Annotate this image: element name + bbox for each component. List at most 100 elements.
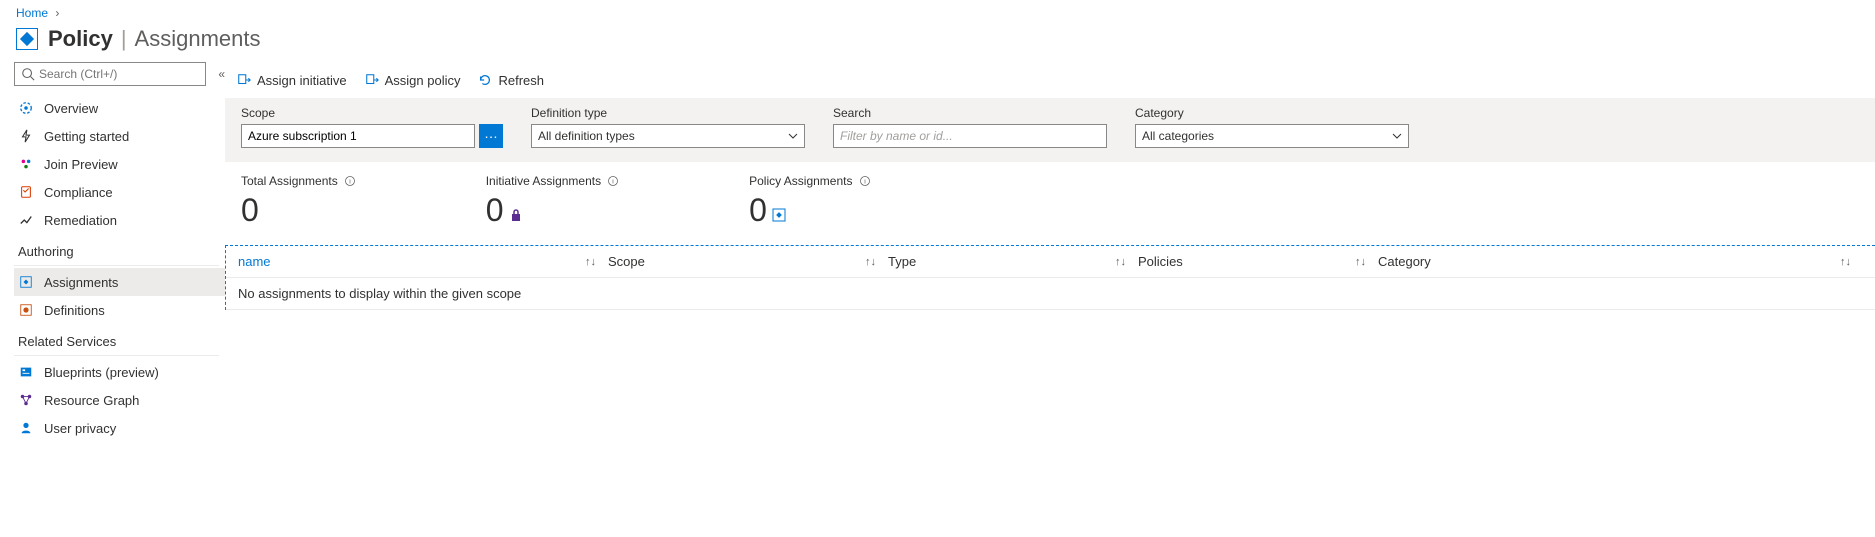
sort-icon: ↑↓: [1840, 256, 1851, 268]
chevron-down-icon: [788, 131, 798, 141]
chevron-right-icon: ›: [55, 6, 59, 20]
sidebar: « Overview Getting started Join Preview …: [0, 62, 225, 442]
stat-policy: Policy Assignments i 0: [749, 174, 870, 229]
scope-picker-button[interactable]: …: [479, 124, 503, 148]
definitions-icon: [18, 302, 34, 318]
stat-total: Total Assignments i 0: [241, 174, 356, 229]
remediation-icon: [18, 212, 34, 228]
column-policies[interactable]: Policies ↑↓: [1138, 254, 1378, 269]
compliance-icon: [18, 184, 34, 200]
assignments-table: name ↑↓ Scope ↑↓ Type ↑↓ Policies ↑↓ Cat…: [225, 245, 1875, 310]
refresh-button[interactable]: Refresh: [478, 73, 544, 88]
stats-bar: Total Assignments i 0 Initiative Assignm…: [225, 162, 1875, 245]
toolbar: Assign initiative Assign policy Refresh: [225, 62, 1875, 98]
page-title: Policy: [48, 26, 113, 52]
info-icon[interactable]: i: [859, 175, 871, 187]
sort-icon: ↑↓: [865, 256, 876, 268]
column-scope[interactable]: Scope ↑↓: [608, 254, 888, 269]
sidebar-item-definitions[interactable]: Definitions: [14, 296, 225, 324]
assign-icon: [365, 73, 379, 87]
scope-label: Scope: [241, 106, 503, 120]
sidebar-item-getting-started[interactable]: Getting started: [14, 122, 225, 150]
column-category[interactable]: Category ↑↓: [1378, 254, 1863, 269]
refresh-icon: [478, 73, 492, 87]
search-label: Search: [833, 106, 1107, 120]
assign-initiative-button[interactable]: Assign initiative: [237, 73, 347, 88]
breadcrumb-home-link[interactable]: Home: [16, 6, 48, 20]
button-label: Refresh: [498, 73, 544, 88]
sidebar-section-related: Related Services: [14, 324, 219, 356]
dropdown-value: All definition types: [538, 129, 788, 143]
collapse-sidebar-button[interactable]: «: [218, 67, 225, 81]
definition-type-label: Definition type: [531, 106, 805, 120]
sidebar-item-label: User privacy: [44, 421, 116, 436]
sort-icon: ↑↓: [1355, 256, 1366, 268]
page-subtitle: Assignments: [135, 26, 261, 52]
stat-initiative: Initiative Assignments i 0: [486, 174, 619, 229]
sidebar-item-label: Resource Graph: [44, 393, 139, 408]
sidebar-item-blueprints[interactable]: Blueprints (preview): [14, 358, 225, 386]
sidebar-item-label: Blueprints (preview): [44, 365, 159, 380]
definition-type-dropdown[interactable]: All definition types: [531, 124, 805, 148]
assign-policy-button[interactable]: Assign policy: [365, 73, 461, 88]
policy-small-icon: [771, 207, 787, 223]
button-label: Assign policy: [385, 73, 461, 88]
sidebar-item-join-preview[interactable]: Join Preview: [14, 150, 225, 178]
assign-icon: [237, 73, 251, 87]
sidebar-search-input[interactable]: [39, 67, 205, 81]
stat-label: Policy Assignments i: [749, 174, 870, 188]
title-separator: |: [121, 26, 127, 52]
sidebar-item-label: Getting started: [44, 129, 129, 144]
sidebar-item-label: Assignments: [44, 275, 118, 290]
sidebar-item-resource-graph[interactable]: Resource Graph: [14, 386, 225, 414]
sidebar-item-label: Overview: [44, 101, 98, 116]
svg-text:i: i: [349, 178, 351, 185]
sort-icon: ↑↓: [1115, 256, 1126, 268]
search-icon: [21, 67, 35, 81]
page-header: Policy | Assignments: [0, 22, 1875, 62]
column-type[interactable]: Type ↑↓: [888, 254, 1138, 269]
info-icon[interactable]: i: [344, 175, 356, 187]
user-privacy-icon: [18, 420, 34, 436]
sidebar-item-overview[interactable]: Overview: [14, 94, 225, 122]
sidebar-search[interactable]: [14, 62, 206, 86]
main-content: Assign initiative Assign policy Refresh …: [225, 62, 1875, 442]
sidebar-item-remediation[interactable]: Remediation: [14, 206, 225, 234]
stat-label: Total Assignments i: [241, 174, 356, 188]
svg-text:i: i: [612, 178, 614, 185]
initiative-icon: [508, 207, 524, 223]
search-filter-input[interactable]: [833, 124, 1107, 148]
info-icon[interactable]: i: [607, 175, 619, 187]
stat-label: Initiative Assignments i: [486, 174, 619, 188]
category-dropdown[interactable]: All categories: [1135, 124, 1409, 148]
overview-icon: [18, 100, 34, 116]
empty-state: No assignments to display within the giv…: [226, 278, 1875, 310]
lightning-icon: [18, 128, 34, 144]
policy-icon: [16, 28, 38, 50]
svg-text:i: i: [864, 178, 866, 185]
column-name[interactable]: name ↑↓: [238, 254, 608, 269]
assignments-icon: [18, 274, 34, 290]
resource-graph-icon: [18, 392, 34, 408]
sidebar-item-label: Join Preview: [44, 157, 118, 172]
button-label: Assign initiative: [257, 73, 347, 88]
stat-value: 0: [749, 192, 870, 229]
sidebar-item-user-privacy[interactable]: User privacy: [14, 414, 225, 442]
table-header: name ↑↓ Scope ↑↓ Type ↑↓ Policies ↑↓ Cat…: [226, 246, 1875, 278]
sidebar-item-label: Definitions: [44, 303, 105, 318]
sidebar-item-compliance[interactable]: Compliance: [14, 178, 225, 206]
sort-icon: ↑↓: [585, 256, 596, 268]
sidebar-item-assignments[interactable]: Assignments: [14, 268, 225, 296]
stat-value: 0: [241, 192, 356, 229]
sidebar-item-label: Compliance: [44, 185, 113, 200]
preview-icon: [18, 156, 34, 172]
scope-input[interactable]: [241, 124, 475, 148]
chevron-down-icon: [1392, 131, 1402, 141]
dropdown-value: All categories: [1142, 129, 1392, 143]
filter-bar: Scope … Definition type All definition t…: [225, 98, 1875, 162]
stat-value: 0: [486, 192, 619, 229]
sidebar-section-authoring: Authoring: [14, 234, 219, 266]
category-label: Category: [1135, 106, 1409, 120]
blueprints-icon: [18, 364, 34, 380]
breadcrumb: Home ›: [0, 0, 1875, 22]
